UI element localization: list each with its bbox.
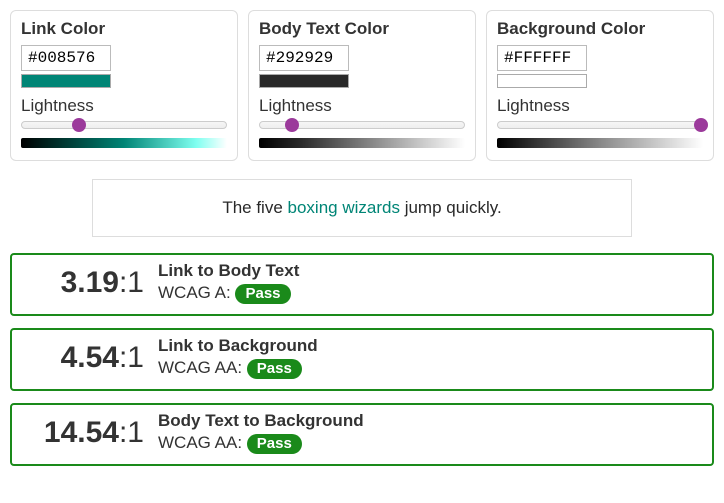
body-color-input[interactable] [259,45,349,71]
wcag-level: WCAG AA: [158,433,247,452]
slider-thumb[interactable] [72,118,86,132]
link-color-title: Link Color [21,19,227,39]
background-lightness-slider[interactable] [497,118,703,132]
status-badge: Pass [235,284,290,304]
result-row: 4.54:1 Link to Background WCAG AA: Pass [10,328,714,391]
preview-link[interactable]: boxing wizards [288,198,400,217]
preview-text-before: The five [222,198,287,217]
wcag-level: WCAG A: [158,283,235,302]
ratio-suffix: :1 [119,266,144,299]
ratio-suffix: :1 [119,416,144,449]
body-lightness-label: Lightness [259,96,465,116]
ratio-number: 3.19 [61,266,119,299]
slider-thumb[interactable] [694,118,708,132]
wcag-level: WCAG AA: [158,358,247,377]
comparison-label: Body Text to Background [158,411,364,431]
body-color-swatch [259,74,349,88]
status-badge: Pass [247,359,302,379]
link-lightness-slider[interactable] [21,118,227,132]
slider-track [497,121,703,129]
result-row: 14.54:1 Body Text to Background WCAG AA:… [10,403,714,466]
ratio-number: 4.54 [61,341,119,374]
ratio-suffix: :1 [119,341,144,374]
link-gradient-strip [21,138,227,148]
wcag-line: WCAG AA: Pass [158,358,318,379]
contrast-ratio: 3.19:1 [24,266,144,300]
comparison-label: Link to Background [158,336,318,356]
body-gradient-strip [259,138,465,148]
wcag-line: WCAG A: Pass [158,283,299,304]
body-lightness-slider[interactable] [259,118,465,132]
comparison-label: Link to Body Text [158,261,299,281]
result-body: Link to Body Text WCAG A: Pass [158,261,299,304]
result-body: Body Text to Background WCAG AA: Pass [158,411,364,454]
status-badge: Pass [247,434,302,454]
link-lightness-label: Lightness [21,96,227,116]
slider-track [21,121,227,129]
ratio-number: 14.54 [44,416,119,449]
background-color-input[interactable] [497,45,587,71]
color-pickers-row: Link Color Lightness Body Text Color Lig… [10,10,714,161]
background-color-picker: Background Color Lightness [486,10,714,161]
contrast-ratio: 14.54:1 [24,416,144,450]
background-color-swatch [497,74,587,88]
results-list: 3.19:1 Link to Body Text WCAG A: Pass 4.… [10,253,714,466]
slider-thumb[interactable] [285,118,299,132]
contrast-ratio: 4.54:1 [24,341,144,375]
background-gradient-strip [497,138,703,148]
link-color-picker: Link Color Lightness [10,10,238,161]
body-color-title: Body Text Color [259,19,465,39]
preview-box: The five boxing wizards jump quickly. [92,179,632,237]
wcag-line: WCAG AA: Pass [158,433,364,454]
result-body: Link to Background WCAG AA: Pass [158,336,318,379]
result-row: 3.19:1 Link to Body Text WCAG A: Pass [10,253,714,316]
background-lightness-label: Lightness [497,96,703,116]
background-color-title: Background Color [497,19,703,39]
preview-text-after: jump quickly. [400,198,502,217]
link-color-swatch [21,74,111,88]
link-color-input[interactable] [21,45,111,71]
body-color-picker: Body Text Color Lightness [248,10,476,161]
